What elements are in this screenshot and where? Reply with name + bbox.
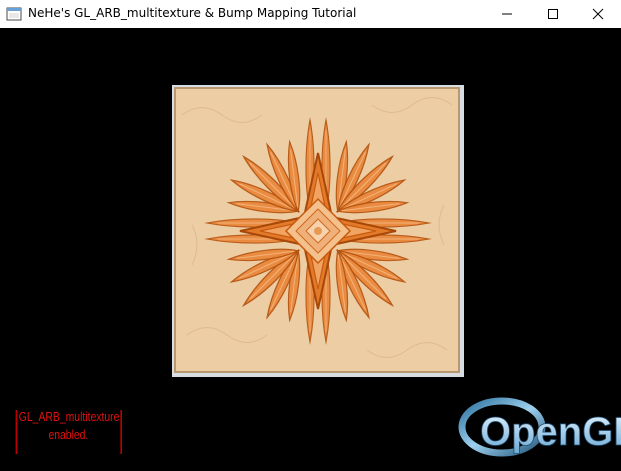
multitexture-status: GL_ARB_multitexture enabled. — [14, 406, 122, 458]
close-icon — [592, 8, 604, 20]
minimize-button[interactable] — [484, 0, 530, 28]
status-line-2: enabled. — [48, 427, 89, 442]
opengl-logo-text: OpenGL — [480, 410, 621, 454]
opengl-logo: OpenGL — [458, 397, 621, 457]
minimize-icon — [502, 13, 512, 15]
status-line-1: GL_ARB_multitexture — [18, 409, 120, 424]
title-bar[interactable]: NeHe's GL_ARB_multitexture & Bump Mappin… — [0, 0, 621, 28]
maximize-button[interactable] — [530, 0, 576, 28]
status-left-bar — [15, 410, 18, 454]
maximize-icon — [548, 9, 558, 19]
app-window-icon — [6, 7, 22, 21]
window-title: NeHe's GL_ARB_multitexture & Bump Mappin… — [28, 6, 357, 20]
opengl-viewport[interactable]: GL_ARB_multitexture enabled. OpenGL — [0, 28, 621, 471]
close-button[interactable] — [575, 0, 621, 28]
application-window: NeHe's GL_ARB_multitexture & Bump Mappin… — [0, 0, 621, 471]
status-right-bar — [120, 410, 122, 454]
bump-mapped-textured-quad — [172, 85, 464, 377]
